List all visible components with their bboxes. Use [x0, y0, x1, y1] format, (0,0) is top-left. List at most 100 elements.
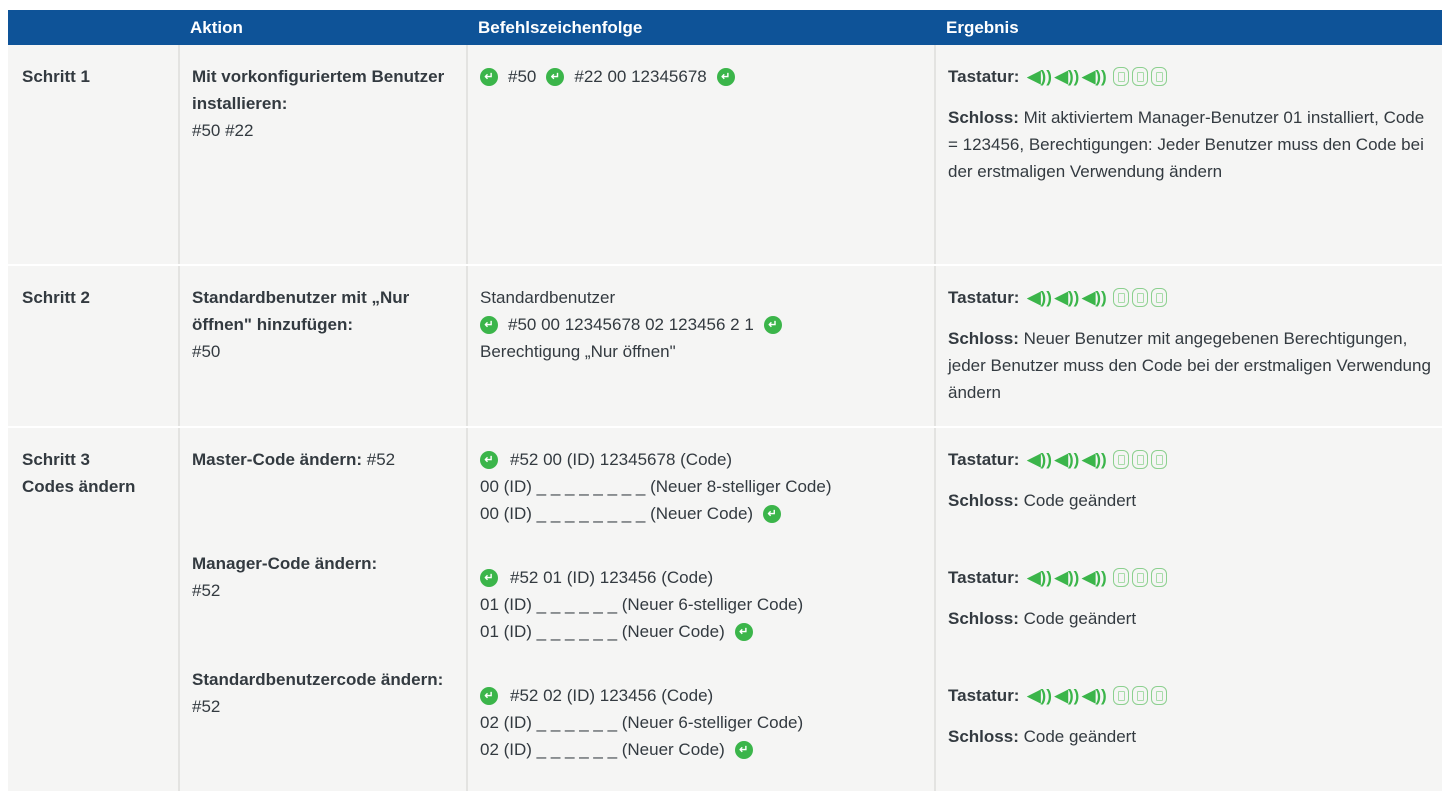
- sequence-part: 00 (ID) _ _ _ _ _ _ _ _ (Neuer 8-stellig…: [480, 477, 832, 496]
- header-befehlszeichenfolge: Befehlszeichenfolge: [478, 17, 643, 37]
- keypad-led-icon: [1131, 450, 1148, 469]
- keyboard-label: Tastatur:: [948, 288, 1020, 307]
- step-label: Schritt 2: [22, 288, 91, 307]
- table-row: Schritt 2 Standardbenutzer mit „Nur öffn…: [8, 266, 1442, 428]
- action-cell: Standardbenutzer mit „Nur öffnen" hinzuf…: [178, 266, 466, 426]
- enter-key-icon: ↵: [480, 315, 498, 334]
- speaker-icon: ◀)): [1054, 686, 1080, 705]
- speaker-icon: ◀)): [1027, 686, 1052, 705]
- speaker-icon: ◀)): [1054, 450, 1080, 469]
- enter-key-icon: ↵: [546, 67, 565, 86]
- enter-key-icon: ↵: [763, 315, 782, 334]
- table-row: Schritt 1 Mit vorkonfiguriertem Benutzer…: [8, 45, 1442, 266]
- keypad-led-icon: [1131, 686, 1148, 705]
- speaker-icon: ◀)): [1027, 288, 1052, 307]
- speaker-icon: ◀)): [1027, 450, 1052, 469]
- step-label-line2: Codes ändern: [22, 477, 136, 496]
- keyboard-label: Tastatur:: [948, 67, 1020, 86]
- action-title: Standardbenutzer mit „Nur öffnen" hinzuf…: [192, 288, 410, 334]
- table-header: Aktion Befehlszeichenfolge Ergebnis: [8, 10, 1442, 45]
- sequence-cell: ↵ #52 00 (ID) 12345678 (Code) 00 (ID) _ _…: [466, 428, 934, 791]
- keypad-led-icon: [1131, 568, 1148, 587]
- header-ergebnis: Ergebnis: [946, 17, 1019, 37]
- keyboard-result: Tastatur: ◀)) ◀)) ◀)): [948, 446, 1432, 473]
- lock-label: Schloss:: [948, 108, 1019, 127]
- sequence-part: 00 (ID) _ _ _ _ _ _ _ _ (Neuer Code): [480, 504, 754, 523]
- keyboard-label: Tastatur:: [948, 568, 1020, 587]
- keypad-led-icon: [1131, 288, 1148, 307]
- keypad-led-icon: [1131, 67, 1148, 86]
- keyboard-result: Tastatur: ◀)) ◀)) ◀)): [948, 63, 1432, 90]
- result-cell: Tastatur: ◀)) ◀)) ◀)) Schloss: Mit aktiv…: [934, 45, 1442, 264]
- enter-key-icon: ↵: [763, 504, 782, 523]
- action-title: Standardbenutzercode ändern:: [192, 670, 444, 689]
- enter-key-icon: ↵: [734, 622, 753, 641]
- lock-result: Schloss: Code geändert: [948, 605, 1432, 632]
- keyboard-label: Tastatur:: [948, 450, 1020, 469]
- keyboard-result: Tastatur: ◀)) ◀)) ◀)): [948, 564, 1432, 591]
- speaker-icon: ◀)): [1027, 568, 1052, 587]
- lock-label: Schloss:: [948, 727, 1019, 746]
- lock-result: Schloss: Code geändert: [948, 487, 1432, 514]
- keypad-led-icon: [1150, 67, 1167, 86]
- lock-label: Schloss:: [948, 609, 1019, 628]
- speaker-icon: ◀)): [1054, 288, 1080, 307]
- speaker-icon: ◀)): [1027, 67, 1052, 86]
- sequence-part: #50 00 12345678 02 123456 2 1: [508, 315, 754, 334]
- result-cell: Tastatur: ◀)) ◀)) ◀)) Schloss: Code geän…: [934, 428, 1442, 791]
- speaker-icon: ◀)): [1054, 67, 1080, 86]
- keypad-led-icon: [1150, 288, 1167, 307]
- sequence-part: #50: [508, 67, 537, 86]
- step-label-line1: Schritt 3: [22, 450, 91, 469]
- keyboard-label: Tastatur:: [948, 686, 1020, 705]
- step-label: Schritt 1: [22, 67, 91, 86]
- action-code: #52: [192, 697, 221, 716]
- lock-text: Code geändert: [1023, 609, 1137, 628]
- table-row: Schritt 3 Codes ändern Master-Code änder…: [8, 428, 1442, 793]
- sequence-cell: ↵ #50 ↵ #22 00 12345678 ↵: [466, 45, 934, 264]
- sequence-note: Berechtigung „Nur öffnen": [480, 342, 676, 361]
- sequence-part: #52 02 (ID) 123456 (Code): [510, 686, 714, 705]
- keypad-led-icon: [1150, 686, 1167, 705]
- enter-key-icon: ↵: [480, 568, 498, 587]
- keypad-led-icon: [1112, 67, 1129, 86]
- speaker-icon: ◀)): [1082, 450, 1107, 469]
- enter-key-icon: ↵: [480, 686, 498, 705]
- sequence-part: 01 (ID) _ _ _ _ _ _ (Neuer Code): [480, 622, 725, 641]
- lock-text: Neuer Benutzer mit angegebenen Berechtig…: [948, 329, 1431, 402]
- lock-text: Code geändert: [1023, 727, 1137, 746]
- keyboard-result: Tastatur: ◀)) ◀)) ◀)): [948, 284, 1432, 311]
- step-label: Schritt 3 Codes ändern: [8, 428, 178, 791]
- sequence-part: 01 (ID) _ _ _ _ _ _ (Neuer 6-stelliger C…: [480, 595, 804, 614]
- action-code: #50: [192, 342, 221, 361]
- action-code: #50 #22: [192, 121, 254, 140]
- speaker-icon: ◀)): [1082, 686, 1107, 705]
- lock-label: Schloss:: [948, 329, 1019, 348]
- lock-text: Mit aktiviertem Manager-Benutzer 01 inst…: [948, 108, 1425, 181]
- action-code: #52: [366, 450, 396, 469]
- action-title: Manager-Code ändern:: [192, 554, 378, 573]
- keypad-led-icon: [1112, 450, 1129, 469]
- instruction-table: Aktion Befehlszeichenfolge Ergebnis Schr…: [8, 10, 1442, 793]
- sequence-part: #52 01 (ID) 123456 (Code): [510, 568, 714, 587]
- lock-result: Schloss: Neuer Benutzer mit angegebenen …: [948, 325, 1432, 406]
- enter-key-icon: ↵: [480, 67, 498, 86]
- keypad-led-icon: [1150, 450, 1167, 469]
- keyboard-result: Tastatur: ◀)) ◀)) ◀)): [948, 682, 1432, 709]
- lock-result: Schloss: Mit aktiviertem Manager-Benutze…: [948, 104, 1432, 185]
- keypad-led-icon: [1112, 568, 1129, 587]
- speaker-icon: ◀)): [1082, 568, 1107, 587]
- sequence-part: 02 (ID) _ _ _ _ _ _ (Neuer 6-stelliger C…: [480, 713, 804, 732]
- header-aktion: Aktion: [190, 17, 243, 37]
- speaker-icon: ◀)): [1054, 568, 1080, 587]
- lock-text: Code geändert: [1023, 491, 1137, 510]
- sequence-cell: Standardbenutzer ↵ #50 00 12345678 02 12…: [466, 266, 934, 426]
- sequence-part: #52 00 (ID) 12345678 (Code): [510, 450, 733, 469]
- enter-key-icon: ↵: [716, 67, 735, 86]
- lock-result: Schloss: Code geändert: [948, 723, 1432, 750]
- action-title: Master-Code ändern:: [192, 450, 363, 469]
- keypad-led-icon: [1112, 686, 1129, 705]
- sequence-part: #22 00 12345678: [574, 67, 707, 86]
- action-cell: Master-Code ändern: #52 Manager-Code änd…: [178, 428, 466, 791]
- enter-key-icon: ↵: [734, 740, 753, 759]
